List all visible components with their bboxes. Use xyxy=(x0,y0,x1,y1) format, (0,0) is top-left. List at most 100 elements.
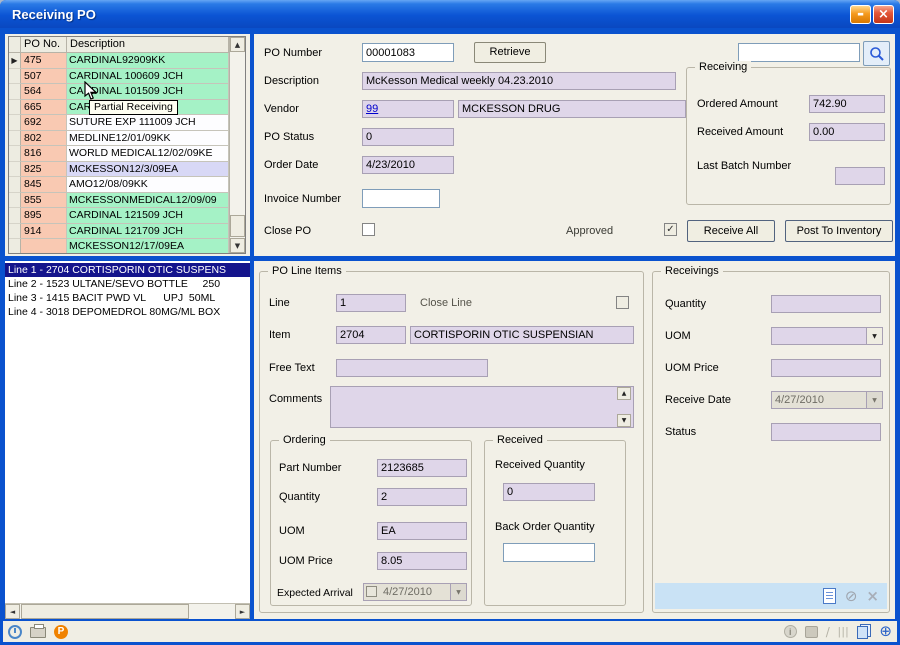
search-button[interactable] xyxy=(863,41,890,66)
description-cell[interactable]: CARDINAL 121509 JCH xyxy=(67,208,229,224)
receivings-quantity-field[interactable] xyxy=(771,295,881,313)
close-line-checkbox[interactable] xyxy=(616,296,629,309)
line-list-item[interactable]: Line 1 - 2704 CORTISPORIN OTIC SUSPENS xyxy=(5,263,250,277)
description-cell[interactable]: CARDINAL 121709 JCH xyxy=(67,224,229,240)
comments-scroll-up-button[interactable]: ▲ xyxy=(617,387,631,400)
po-no-cell[interactable]: 855 xyxy=(21,193,67,209)
description-column-header[interactable]: Description xyxy=(67,37,229,53)
expected-arrival-dropdown-icon[interactable]: ▼ xyxy=(450,584,466,600)
description-cell[interactable]: AMO12/08/09KK xyxy=(67,177,229,193)
close-po-checkbox[interactable] xyxy=(362,223,375,236)
po-no-cell[interactable]: 507 xyxy=(21,69,67,85)
grid-row[interactable]: 895CARDINAL 121509 JCH xyxy=(9,208,229,224)
po-no-cell[interactable]: 475 xyxy=(21,53,67,69)
copy-records-icon[interactable] xyxy=(857,624,871,639)
info-icon[interactable]: i xyxy=(784,625,797,638)
search-input[interactable] xyxy=(738,43,860,62)
po-no-cell[interactable]: 665 xyxy=(21,100,67,116)
description-cell[interactable]: SUTURE EXP 111009 JCH xyxy=(67,115,229,131)
description-cell[interactable]: MCKESSONMEDICAL12/09/09 xyxy=(67,193,229,209)
p-badge-icon[interactable]: P xyxy=(54,625,68,639)
po-no-cell[interactable]: 816 xyxy=(21,146,67,162)
row-marker xyxy=(9,193,21,209)
po-no-cell[interactable]: 802 xyxy=(21,131,67,147)
hscroll-thumb[interactable] xyxy=(21,604,189,619)
po-number-input[interactable] xyxy=(362,43,454,62)
po-no-cell[interactable]: 895 xyxy=(21,208,67,224)
scroll-left-button[interactable]: ◄ xyxy=(5,604,20,619)
grid-row[interactable]: ▶475CARDINAL92909KK xyxy=(9,53,229,69)
grid-row[interactable]: 564CARDINAL 101509 JCH xyxy=(9,84,229,100)
save-record-icon[interactable] xyxy=(823,588,836,604)
delete-icon[interactable]: × xyxy=(866,589,879,604)
close-button[interactable]: × xyxy=(873,5,894,24)
free-text-field[interactable] xyxy=(336,359,488,377)
po-no-cell[interactable]: 914 xyxy=(21,224,67,240)
grid-row[interactable]: 914CARDINAL 121709 JCH xyxy=(9,224,229,240)
po-no-cell[interactable]: 564 xyxy=(21,84,67,100)
receivings-uom-combo[interactable]: ▼ xyxy=(771,327,883,345)
expected-arrival-checkbox[interactable] xyxy=(366,586,377,597)
description-cell[interactable]: CARDINAL92909KK xyxy=(67,53,229,69)
post-to-inventory-button[interactable]: Post To Inventory xyxy=(785,220,893,242)
network-globe-icon[interactable]: ⊕ xyxy=(879,624,892,639)
grid-row[interactable]: 855MCKESSONMEDICAL12/09/09 xyxy=(9,193,229,209)
description-cell[interactable]: MCKESSON12/3/09EA xyxy=(67,162,229,178)
scroll-down-button[interactable]: ▼ xyxy=(230,238,245,253)
spin-up-icon: ▲ xyxy=(622,390,627,397)
scroll-thumb[interactable] xyxy=(230,215,245,237)
receive-date-combo[interactable]: 4/27/2010 ▼ xyxy=(771,391,883,409)
back-order-quantity-label: Back Order Quantity xyxy=(495,521,595,533)
approved-checkbox[interactable]: ✓ xyxy=(664,223,677,236)
grid-row[interactable]: 825MCKESSON12/3/09EA xyxy=(9,162,229,178)
expected-arrival-combo[interactable]: 4/27/2010 ▼ xyxy=(363,583,467,601)
line-list-item[interactable]: Line 3 - 1415 BACIT PWD VL UPJ 50ML xyxy=(5,291,250,305)
printer-icon[interactable] xyxy=(30,627,46,638)
po-no-cell[interactable]: 825 xyxy=(21,162,67,178)
clock-icon[interactable] xyxy=(8,625,22,639)
receive-date-dropdown-icon[interactable]: ▼ xyxy=(866,392,882,408)
cancel-icon[interactable]: ⊘ xyxy=(845,589,858,604)
receivings-group-title: Receivings xyxy=(661,265,723,277)
comments-field[interactable] xyxy=(330,386,634,428)
grid-row[interactable]: 845AMO12/08/09KK xyxy=(9,177,229,193)
description-cell[interactable]: MEDLINE12/01/09KK xyxy=(67,131,229,147)
receiving-po-window: Receiving PO ▬ × PO No. Description ▶475… xyxy=(0,0,900,645)
retrieve-button[interactable]: Retrieve xyxy=(474,42,546,63)
grid-row[interactable]: 507CARDINAL 100609 JCH xyxy=(9,69,229,85)
line-list-item[interactable]: Line 2 - 1523 ULTANE/SEVO BOTTLE 250 xyxy=(5,277,250,291)
description-field[interactable]: McKesson Medical weekly 04.23.2010 xyxy=(362,72,676,90)
comments-scroll-down-button[interactable]: ▼ xyxy=(617,414,631,427)
description-cell[interactable]: CARDINAL 101509 JCH xyxy=(67,84,229,100)
invoice-number-input[interactable] xyxy=(362,189,440,208)
scroll-right-button[interactable]: ► xyxy=(235,604,250,619)
minimize-button[interactable]: ▬ xyxy=(850,5,871,24)
po-no-cell[interactable]: 845 xyxy=(21,177,67,193)
grid-row[interactable]: 802MEDLINE12/01/09KK xyxy=(9,131,229,147)
receivings-uom-price-field[interactable] xyxy=(771,359,881,377)
row-marker xyxy=(9,208,21,224)
line-list-item[interactable]: Line 4 - 3018 DEPOMEDROL 80MG/ML BOX xyxy=(5,305,250,319)
grid-row[interactable]: 816WORLD MEDICAL12/02/09KE xyxy=(9,146,229,162)
expected-arrival-label: Expected Arrival xyxy=(277,587,353,599)
vendor-name-field[interactable]: MCKESSON DRUG xyxy=(458,100,686,118)
receive-all-button[interactable]: Receive All xyxy=(687,220,775,242)
list-horizontal-scrollbar[interactable]: ◄ ► xyxy=(5,603,250,619)
item-name-field: CORTISPORIN OTIC SUSPENSIAN xyxy=(410,326,634,344)
grid-row[interactable]: 692SUTURE EXP 111009 JCH xyxy=(9,115,229,131)
description-cell[interactable]: CARDINAL 100609 JCH xyxy=(67,69,229,85)
grid-row[interactable]: MCKESSON12/17/09EA xyxy=(9,239,229,253)
vendor-code-link[interactable]: 99 xyxy=(366,103,378,115)
grid-vertical-scrollbar[interactable]: ▲ ▼ xyxy=(229,37,245,253)
po-no-column-header[interactable]: PO No. xyxy=(21,37,67,53)
vendor-code-field[interactable]: 99 xyxy=(362,100,454,118)
back-order-quantity-input[interactable] xyxy=(503,543,595,562)
description-cell[interactable]: WORLD MEDICAL12/02/09KE xyxy=(67,146,229,162)
receivings-uom-dropdown-icon[interactable]: ▼ xyxy=(866,328,882,344)
ordering-quantity-label: Quantity xyxy=(279,491,320,503)
po-no-cell[interactable] xyxy=(21,239,67,253)
scroll-up-button[interactable]: ▲ xyxy=(230,37,245,52)
description-cell[interactable]: MCKESSON12/17/09EA xyxy=(67,239,229,253)
po-no-cell[interactable]: 692 xyxy=(21,115,67,131)
magnifier-icon xyxy=(869,46,885,62)
